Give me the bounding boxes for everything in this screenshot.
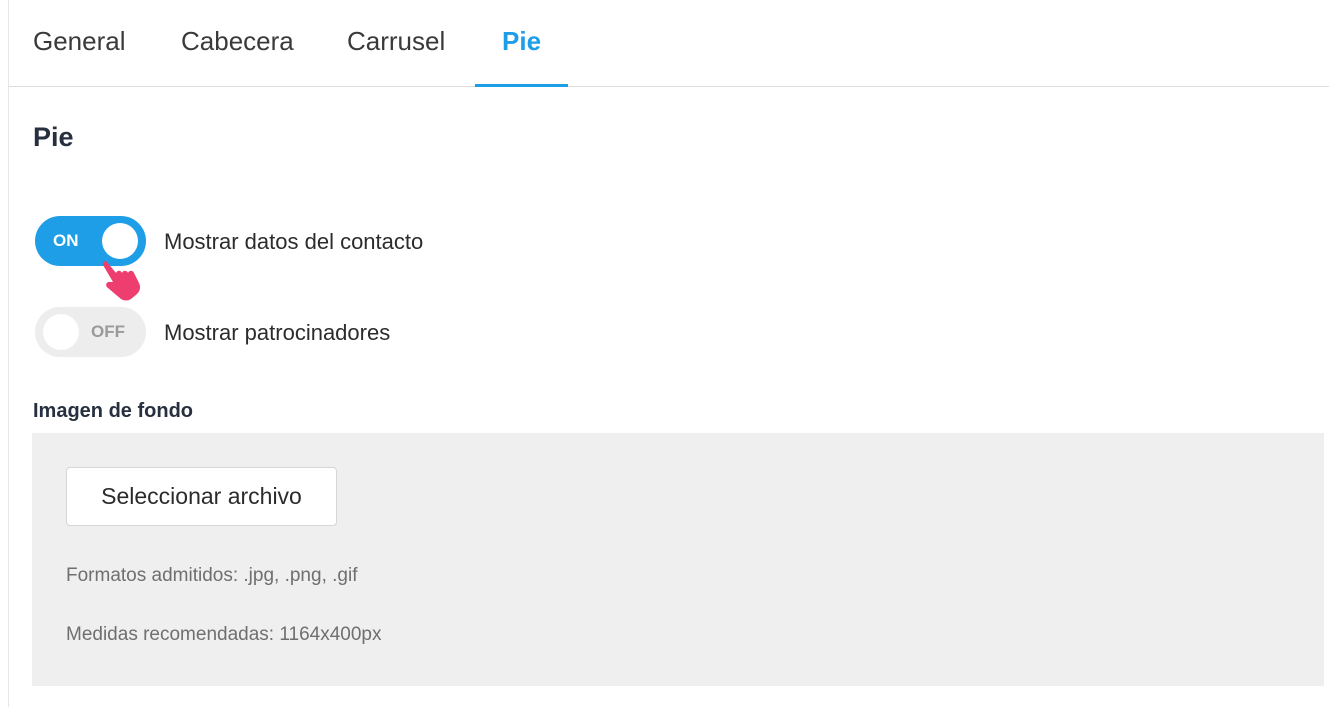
tab-carrusel[interactable]: Carrusel	[347, 24, 445, 58]
tab-general[interactable]: General	[33, 24, 126, 58]
toggle-knob	[43, 314, 79, 350]
toggle-state-label: ON	[53, 231, 79, 250]
settings-frame: General Cabecera Carrusel Pie Pie ON Mos…	[8, 0, 1329, 707]
toggle-knob	[102, 223, 138, 259]
background-image-panel: Seleccionar archivo Formatos admitidos: …	[32, 433, 1324, 686]
tab-pie[interactable]: Pie	[502, 24, 541, 58]
toggle-state-label: OFF	[91, 322, 125, 341]
section-title: Pie	[33, 122, 74, 152]
background-image-label: Imagen de fondo	[33, 400, 193, 422]
hand-pointer-icon	[102, 261, 141, 301]
active-tab-indicator	[475, 84, 568, 87]
select-file-button[interactable]: Seleccionar archivo	[66, 467, 337, 526]
recommended-size-text: Medidas recomendadas: 1164x400px	[66, 624, 382, 645]
show-contact-label: Mostrar datos del contacto	[164, 229, 424, 254]
show-sponsors-toggle[interactable]: OFF	[35, 307, 146, 357]
allowed-formats-text: Formatos admitidos: .jpg, .png, .gif	[66, 565, 358, 586]
show-sponsors-label: Mostrar patrocinadores	[164, 320, 391, 345]
tab-cabecera[interactable]: Cabecera	[181, 24, 294, 58]
tab-bar: General Cabecera Carrusel Pie	[9, 0, 1329, 87]
